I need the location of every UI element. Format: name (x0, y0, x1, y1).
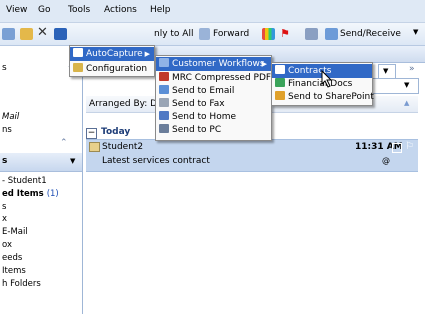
nav-folder-deleted-items[interactable]: ed Items (1) (2, 189, 59, 199)
nav-header-folders[interactable]: s ▼ (0, 153, 82, 172)
financial-icon (275, 78, 285, 87)
view-dropdown[interactable]: ▼ (378, 64, 396, 79)
flag-icon[interactable]: ⚐ (405, 141, 414, 152)
chevron-down-icon: ▼ (383, 67, 389, 75)
send-receive-icon (325, 28, 338, 40)
menu-item-send-to-sharepoint[interactable]: Send to SharePoint (272, 90, 374, 104)
tools-menu: AutoCapture ▶ Configuration (69, 45, 155, 77)
navigation-pane: s « Mail ns ⌃ s ▼ - Student1 ed Items (1… (0, 46, 83, 314)
menu-view[interactable]: View (6, 5, 27, 15)
nav-folder-x[interactable]: x (2, 214, 7, 224)
menu-item-configuration[interactable]: Configuration (70, 62, 154, 76)
search-dropdown-icon[interactable]: ▼ (404, 81, 409, 89)
menu-item-send-to-home[interactable]: Send to Home (156, 110, 271, 124)
nav-folder-feeds[interactable]: eeds (2, 253, 22, 263)
nav-item-ns[interactable]: ns (2, 125, 12, 135)
menu-tools[interactable]: Tools (68, 5, 90, 15)
nav-item-mail[interactable]: Mail (2, 112, 19, 122)
mail-sender: Student2 (102, 142, 144, 152)
pc-icon (159, 124, 169, 133)
menu-bar: View Go Tools Actions Help (0, 0, 425, 23)
mail-subject: Latest services contract (102, 156, 210, 166)
nav-folder-s[interactable]: s (2, 202, 6, 212)
forward-button[interactable]: Forward (213, 27, 249, 41)
menu-item-send-to-pc[interactable]: Send to PC (156, 123, 271, 137)
address-book-icon[interactable] (305, 28, 318, 40)
menu-item-autocapture[interactable]: AutoCapture ▶ (70, 47, 154, 61)
nav-folder-student1[interactable]: - Student1 (2, 176, 47, 186)
menu-item-send-to-fax[interactable]: Send to Fax (156, 97, 271, 111)
contracts-icon (275, 65, 285, 74)
attachment-icon: @ (382, 156, 390, 165)
sharepoint-icon (275, 91, 285, 100)
nav-folder-email[interactable]: E-Mail (2, 227, 28, 237)
submenu-arrow-icon: ▶ (261, 60, 267, 68)
submenu-arrow-icon: ▶ (144, 50, 150, 58)
send-receive-dropdown-icon[interactable]: ▼ (413, 28, 418, 36)
nav-folder-search-folders[interactable]: h Folders (2, 279, 41, 289)
menu-item-customer-workflows[interactable]: Customer Workflows ▶ (156, 57, 271, 71)
expand-up-icon[interactable]: ⌃ (60, 138, 68, 148)
send-receive-button[interactable]: Send/Receive (340, 27, 401, 41)
envelope-icon (89, 142, 100, 152)
toolbar: ✕ nly to All Forward ⚑ Send/Receive ▼ (0, 23, 425, 46)
menu-go[interactable]: Go (38, 5, 50, 15)
mouse-cursor-icon (321, 70, 333, 88)
autocapture-icon (73, 48, 83, 57)
pdf-icon (159, 72, 169, 81)
delete-icon[interactable]: ✕ (37, 25, 48, 40)
move-to-folder-icon[interactable] (20, 28, 33, 40)
autocapture-submenu: Customer Workflows ▶ MRC Compressed PDF … (155, 55, 272, 141)
configuration-icon (73, 63, 83, 72)
nav-folder-outbox[interactable]: ox (2, 240, 12, 250)
group-today: Today (101, 127, 131, 137)
categorize-icon[interactable] (262, 28, 275, 40)
nav-folder-items[interactable]: Items (2, 266, 26, 276)
workflows-icon (159, 58, 169, 67)
sort-up-icon[interactable]: ▲ (404, 99, 409, 107)
unread-count: (1) (46, 189, 59, 199)
email-icon (159, 85, 169, 94)
menu-help[interactable]: Help (150, 5, 171, 15)
reply-all-button[interactable]: nly to All (154, 27, 193, 41)
menu-actions[interactable]: Actions (104, 5, 137, 15)
collapse-group-icon[interactable]: − (86, 128, 97, 139)
print-icon[interactable] (2, 28, 15, 40)
forward-icon (199, 28, 210, 40)
category-box-icon[interactable] (392, 143, 402, 153)
mail-item[interactable]: Student2 Latest services contract 11:31 … (86, 139, 418, 172)
expand-icon[interactable]: » (409, 64, 415, 74)
autocapture-toolbar-icon[interactable] (54, 28, 67, 40)
folders-dropdown-icon[interactable]: ▼ (70, 157, 75, 165)
menu-item-mrc-pdf[interactable]: MRC Compressed PDF (156, 71, 271, 85)
fax-icon (159, 98, 169, 107)
menu-item-send-to-email[interactable]: Send to Email (156, 84, 271, 98)
home-icon (159, 111, 169, 120)
follow-up-flag-icon[interactable]: ⚑ (280, 27, 290, 40)
